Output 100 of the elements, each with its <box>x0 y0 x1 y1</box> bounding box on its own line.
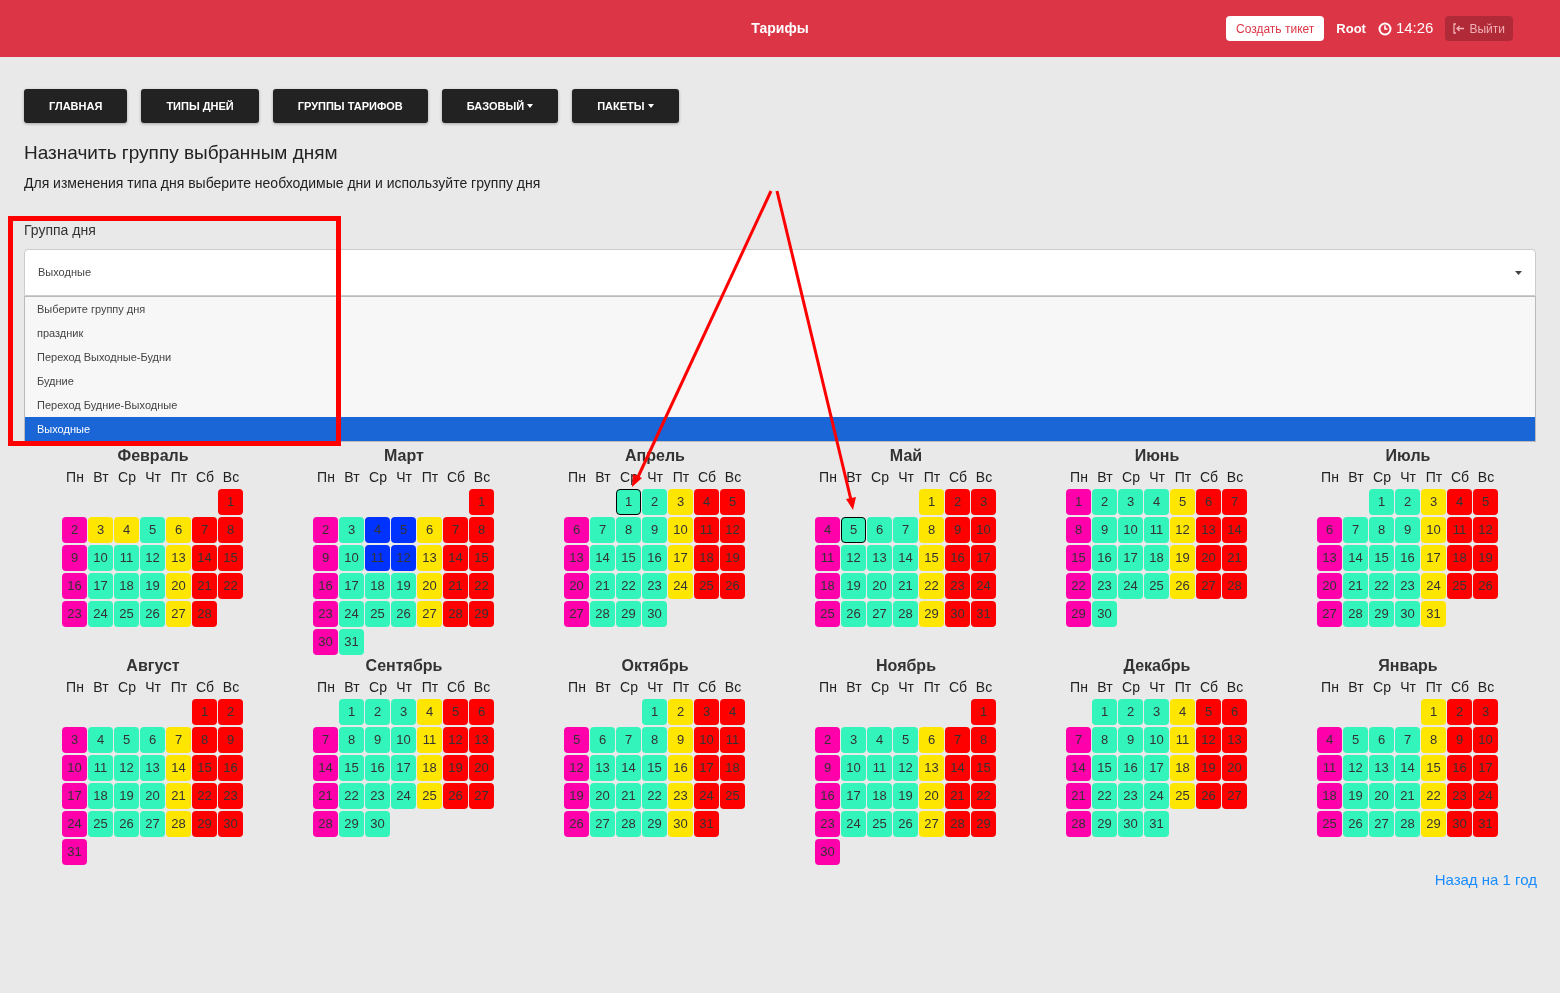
calendar-day[interactable]: 7 <box>1066 727 1091 753</box>
calendar-day[interactable]: 12 <box>841 545 866 571</box>
calendar-day[interactable]: 30 <box>313 629 338 655</box>
calendar-day[interactable]: 13 <box>140 755 165 781</box>
calendar-day[interactable]: 14 <box>1343 545 1368 571</box>
calendar-day[interactable]: 16 <box>668 755 693 781</box>
calendar-day[interactable]: 1 <box>1421 699 1446 725</box>
calendar-day[interactable]: 16 <box>62 573 87 599</box>
calendar-day[interactable]: 9 <box>365 727 390 753</box>
calendar-day[interactable]: 21 <box>1066 783 1091 809</box>
calendar-day[interactable]: 10 <box>668 517 693 543</box>
calendar-day[interactable]: 29 <box>919 601 944 627</box>
calendar-day[interactable]: 12 <box>140 545 165 571</box>
calendar-day[interactable]: 31 <box>1144 811 1169 837</box>
calendar-day[interactable]: 17 <box>391 755 416 781</box>
calendar-day[interactable]: 31 <box>62 839 87 865</box>
calendar-day[interactable]: 18 <box>1317 783 1342 809</box>
calendar-day[interactable]: 9 <box>313 545 338 571</box>
calendar-day[interactable]: 15 <box>339 755 364 781</box>
calendar-day[interactable]: 13 <box>1369 755 1394 781</box>
calendar-day[interactable]: 6 <box>867 517 892 543</box>
calendar-day[interactable]: 27 <box>564 601 589 627</box>
calendar-day[interactable]: 11 <box>88 755 113 781</box>
calendar-day[interactable]: 18 <box>1170 755 1195 781</box>
calendar-day[interactable]: 21 <box>1343 573 1368 599</box>
nav-button[interactable]: ПАКЕТЫ <box>572 89 679 123</box>
calendar-day[interactable]: 25 <box>1317 811 1342 837</box>
calendar-day[interactable]: 5 <box>1170 489 1195 515</box>
calendar-day[interactable]: 16 <box>642 545 667 571</box>
calendar-day[interactable]: 14 <box>616 755 641 781</box>
calendar-day[interactable]: 2 <box>1092 489 1117 515</box>
calendar-day[interactable]: 11 <box>1317 755 1342 781</box>
dropdown-option[interactable]: праздник <box>25 321 1535 345</box>
calendar-day[interactable]: 7 <box>1395 727 1420 753</box>
calendar-day[interactable]: 3 <box>1118 489 1143 515</box>
calendar-day[interactable]: 20 <box>1369 783 1394 809</box>
calendar-day[interactable]: 12 <box>1170 517 1195 543</box>
calendar-day[interactable]: 2 <box>1395 489 1420 515</box>
dropdown-option[interactable]: Переход Выходные-Будни <box>25 345 1535 369</box>
calendar-day[interactable]: 3 <box>88 517 113 543</box>
calendar-day[interactable]: 18 <box>88 783 113 809</box>
calendar-day[interactable]: 28 <box>893 601 918 627</box>
calendar-day[interactable]: 23 <box>1092 573 1117 599</box>
calendar-day[interactable]: 18 <box>815 573 840 599</box>
dropdown-option[interactable]: Переход Будние-Выходные <box>25 393 1535 417</box>
calendar-day[interactable]: 16 <box>365 755 390 781</box>
calendar-day[interactable]: 5 <box>140 517 165 543</box>
calendar-day[interactable]: 5 <box>841 517 866 543</box>
calendar-day[interactable]: 27 <box>166 601 191 627</box>
calendar-day[interactable]: 11 <box>114 545 139 571</box>
calendar-day[interactable]: 25 <box>417 783 442 809</box>
calendar-day[interactable]: 4 <box>1144 489 1169 515</box>
calendar-day[interactable]: 9 <box>1092 517 1117 543</box>
calendar-day[interactable]: 19 <box>1170 545 1195 571</box>
calendar-day[interactable]: 21 <box>166 783 191 809</box>
calendar-day[interactable]: 21 <box>1395 783 1420 809</box>
calendar-day[interactable]: 26 <box>1343 811 1368 837</box>
dropdown-option[interactable]: Будние <box>25 369 1535 393</box>
calendar-day[interactable]: 15 <box>1369 545 1394 571</box>
calendar-day[interactable]: 7 <box>166 727 191 753</box>
calendar-day[interactable]: 1 <box>1369 489 1394 515</box>
calendar-day[interactable]: 7 <box>616 727 641 753</box>
calendar-day[interactable]: 29 <box>1066 601 1091 627</box>
calendar-day[interactable]: 22 <box>642 783 667 809</box>
calendar-day[interactable]: 20 <box>140 783 165 809</box>
calendar-day[interactable]: 19 <box>140 573 165 599</box>
calendar-day[interactable]: 6 <box>590 727 615 753</box>
calendar-day[interactable]: 28 <box>313 811 338 837</box>
calendar-day[interactable]: 1 <box>919 489 944 515</box>
calendar-day[interactable]: 13 <box>1317 545 1342 571</box>
calendar-day[interactable]: 4 <box>1170 699 1195 725</box>
calendar-day[interactable]: 23 <box>815 811 840 837</box>
calendar-day[interactable]: 20 <box>166 573 191 599</box>
calendar-day[interactable]: 24 <box>1118 573 1143 599</box>
calendar-day[interactable]: 24 <box>339 601 364 627</box>
calendar-day[interactable]: 8 <box>1369 517 1394 543</box>
calendar-day[interactable]: 1 <box>642 699 667 725</box>
calendar-day[interactable]: 16 <box>1092 545 1117 571</box>
calendar-day[interactable]: 29 <box>616 601 641 627</box>
calendar-day[interactable]: 2 <box>313 517 338 543</box>
calendar-day[interactable]: 16 <box>1118 755 1143 781</box>
calendar-day[interactable]: 23 <box>1118 783 1143 809</box>
calendar-day[interactable]: 3 <box>1144 699 1169 725</box>
calendar-day[interactable]: 15 <box>1066 545 1091 571</box>
calendar-day[interactable]: 10 <box>1144 727 1169 753</box>
calendar-day[interactable]: 6 <box>140 727 165 753</box>
calendar-day[interactable]: 1 <box>1066 489 1091 515</box>
calendar-day[interactable]: 3 <box>668 489 693 515</box>
calendar-day[interactable]: 20 <box>590 783 615 809</box>
calendar-day[interactable]: 27 <box>919 811 944 837</box>
calendar-day[interactable]: 26 <box>140 601 165 627</box>
dropdown-option[interactable]: Выходные <box>25 417 1535 441</box>
calendar-day[interactable]: 2 <box>642 489 667 515</box>
calendar-day[interactable]: 8 <box>1066 517 1091 543</box>
calendar-day[interactable]: 25 <box>1170 783 1195 809</box>
calendar-day[interactable]: 4 <box>867 727 892 753</box>
calendar-day[interactable]: 18 <box>867 783 892 809</box>
calendar-day[interactable]: 23 <box>668 783 693 809</box>
calendar-day[interactable]: 8 <box>339 727 364 753</box>
calendar-day[interactable]: 6 <box>1369 727 1394 753</box>
